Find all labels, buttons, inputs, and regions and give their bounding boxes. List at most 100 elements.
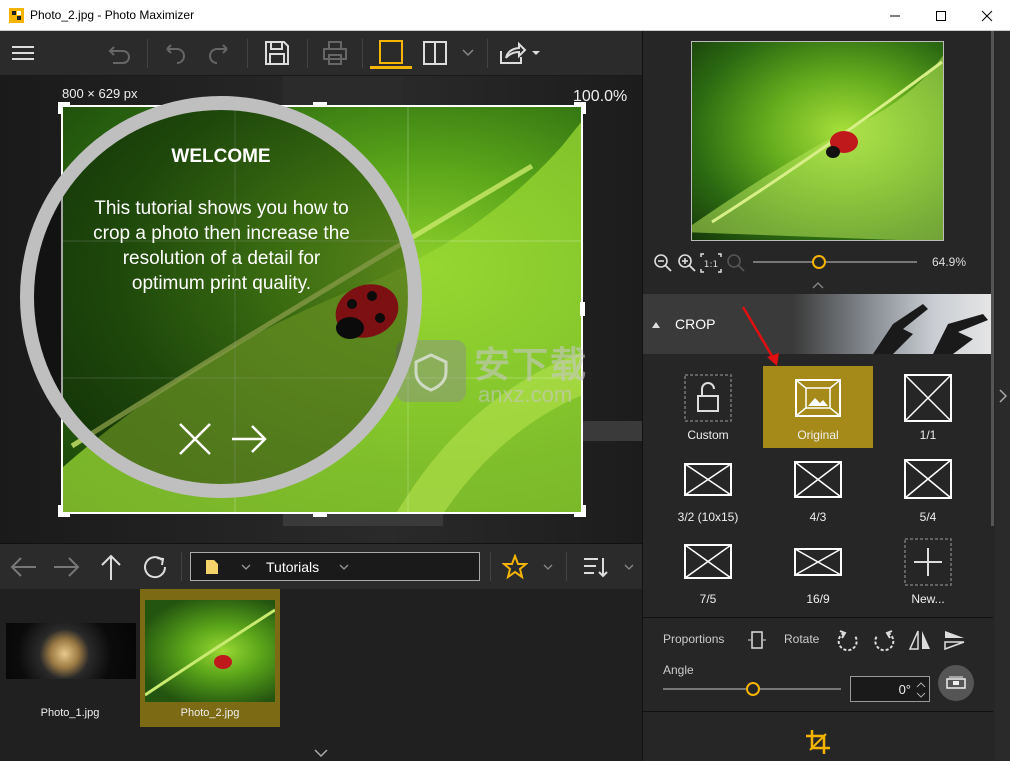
folder-path-selector[interactable]: Tutorials [190,552,480,581]
chevron-down-icon [339,564,349,570]
thumbnail-item[interactable]: Photo_1.jpg [0,589,140,727]
revert-icon [108,46,130,64]
star-icon[interactable] [502,554,528,580]
fit-zoom-icon[interactable] [726,253,746,273]
tutorial-next-button[interactable] [230,420,268,458]
chevron-up-icon[interactable] [812,281,824,289]
up-arrow-icon[interactable] [96,552,126,582]
crop-handle[interactable] [313,512,327,517]
print-button[interactable] [318,37,352,69]
panel-collapse-strip[interactable] [995,31,1010,761]
crop-option-3-2[interactable]: 3/2 (10x15) [653,448,763,530]
crop-option-4-3[interactable]: 4/3 [763,448,873,530]
crop-option-5-4[interactable]: 5/4 [873,448,983,530]
main-toolbar [0,31,642,76]
app-icon [9,8,24,23]
zoom-slider-thumb[interactable] [812,255,826,269]
crop-handle[interactable] [58,102,70,114]
forward-arrow-icon[interactable] [52,552,82,582]
crop-handle[interactable] [574,505,586,517]
zoom-out-icon[interactable] [653,253,673,273]
crop-option-7-5[interactable]: 7/5 [653,530,763,612]
sort-list-icon[interactable] [582,554,608,580]
divider [643,617,993,618]
rotate-right-icon[interactable] [872,628,896,652]
proportions-label: Proportions [663,632,725,646]
preview-zoom: 64.9% [932,255,967,269]
flip-vertical-icon[interactable] [943,628,967,652]
ratio-box-icon [684,463,732,496]
flip-horizontal-icon[interactable] [908,628,932,652]
panel-scrollbar[interactable] [991,31,994,526]
maximize-icon [936,10,946,21]
crop-handle[interactable] [574,102,586,114]
crop-option-original[interactable]: Original [763,366,873,448]
image-dimensions: 800 × 629 px [62,86,138,101]
view-dropdown[interactable] [458,37,478,69]
ratio-box-icon [684,544,732,579]
chevron-down-icon[interactable] [624,564,634,570]
tutorial-close-button[interactable] [176,420,214,458]
angle-label: Angle [663,663,694,677]
angle-slider-thumb[interactable] [746,682,760,696]
crop-option-new[interactable]: New... [873,530,983,612]
ratio-box-icon [794,548,842,576]
image-frame-icon [795,379,841,417]
split-view-button[interactable] [418,37,452,69]
shield-icon [414,353,448,392]
revert-button[interactable] [102,37,136,69]
folder-icon [206,560,218,574]
crop-option-1-1[interactable]: 1/1 [873,366,983,448]
hands-frame-image [873,304,988,354]
minimize-icon [890,15,900,16]
crop-apply-icon[interactable] [805,729,831,755]
crop-option-16-9[interactable]: 16/9 [763,530,873,612]
crop-handle[interactable] [313,102,327,107]
refresh-icon[interactable] [140,552,170,582]
crop-option-custom[interactable]: Custom [653,366,763,448]
thumbnail-item-selected[interactable]: Photo_2.jpg [140,589,280,727]
collapse-triangle-icon [652,322,660,328]
level-tool-icon [946,676,966,689]
back-arrow-icon[interactable] [8,552,38,582]
save-button[interactable] [260,37,294,69]
tutorial-heading: WELCOME [171,146,271,167]
crop-handle[interactable] [58,505,70,517]
proportions-icon[interactable] [747,629,767,651]
chevron-right-icon [999,389,1007,403]
maximize-button[interactable] [918,0,964,31]
angle-input[interactable]: 0° [850,676,930,702]
close-button[interactable] [964,0,1010,31]
minimize-button[interactable] [872,0,918,31]
redo-button[interactable] [202,37,236,69]
ratio-box-icon [904,374,952,422]
zoom-slider[interactable] [753,261,917,263]
preview-image[interactable] [691,41,944,241]
undo-button[interactable] [158,37,192,69]
share-button[interactable] [496,37,544,69]
single-view-button[interactable] [370,37,412,69]
chevron-down-icon[interactable] [543,564,553,570]
chevron-down-icon[interactable] [314,749,328,757]
spinner-icon[interactable] [916,680,926,700]
printer-icon [323,41,347,65]
zoom-in-icon[interactable] [677,253,697,273]
crop-section-header[interactable]: CROP [643,294,993,354]
close-icon [981,10,993,21]
image-canvas[interactable]: 800 × 629 px 100.0% 安下载 anxz.com WELCOME… [0,76,642,543]
save-icon [265,41,289,65]
actual-size-icon[interactable]: 1:1 [700,253,722,273]
hamburger-icon [12,46,34,60]
angle-value: 0° [898,682,911,697]
crop-option-label: Original [797,428,839,442]
crop-handle[interactable] [580,302,585,316]
crop-option-label: New... [911,592,945,606]
level-button[interactable] [938,665,974,701]
menu-button[interactable] [8,37,38,69]
title-bar: Photo_2.jpg - Photo Maximizer [0,0,1010,31]
thumbnail-image [6,623,136,679]
folder-name: Tutorials [266,559,320,575]
watermark-en: anxz.com [478,382,573,407]
plus-icon [904,538,952,586]
rotate-left-icon[interactable] [836,628,860,652]
